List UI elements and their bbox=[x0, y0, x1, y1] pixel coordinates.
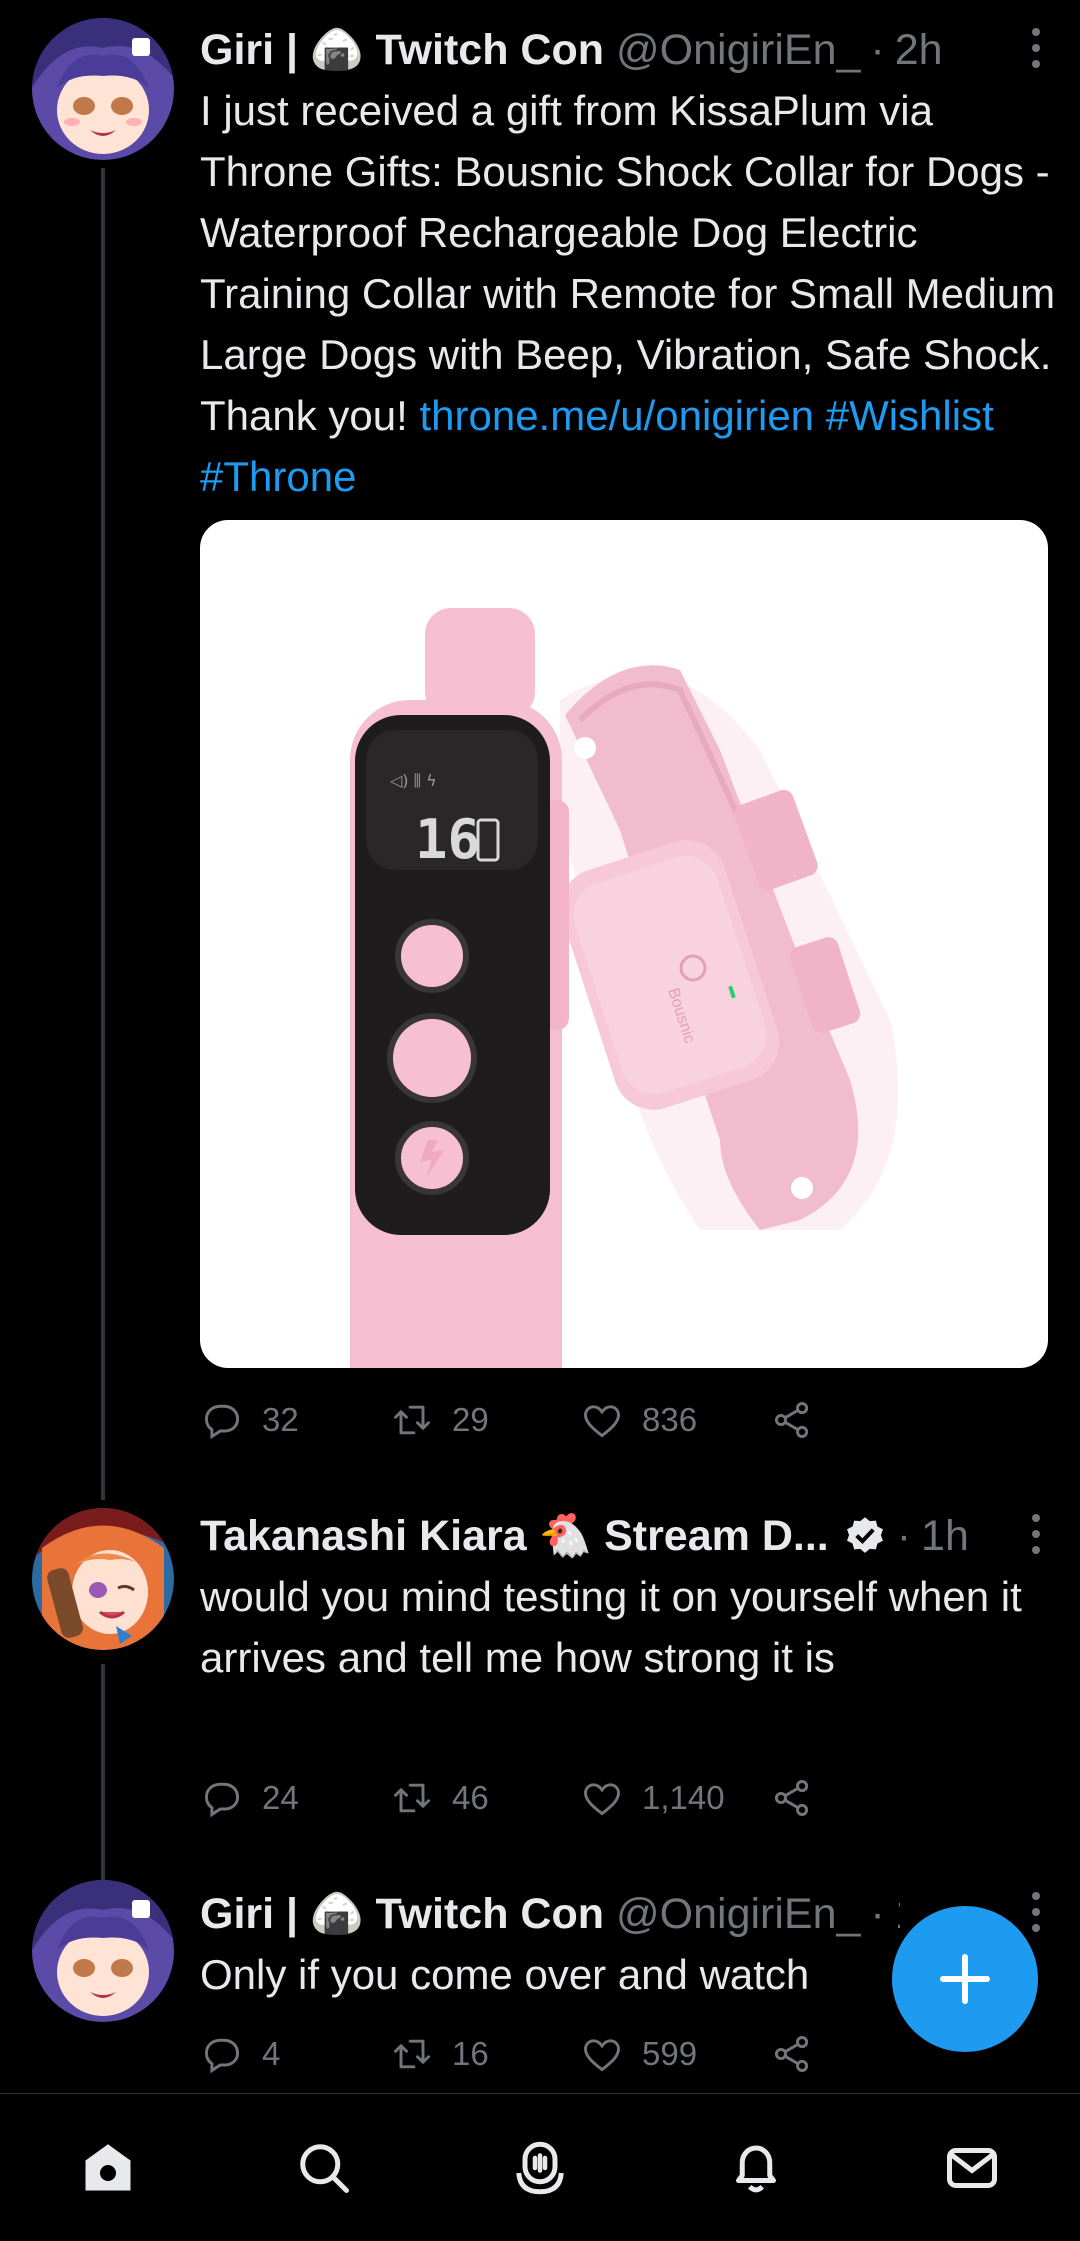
tweet-header: Giri | 🍙 Twitch Con @OnigiriEn_ · 2h bbox=[200, 20, 1040, 80]
retweet-icon bbox=[394, 1405, 430, 1435]
plus-icon bbox=[940, 1954, 990, 2004]
verified-badge-icon bbox=[846, 1517, 883, 1553]
username[interactable]: @OnigiriEn_ bbox=[616, 26, 860, 75]
share-icon bbox=[774, 1780, 809, 1816]
share-button[interactable] bbox=[770, 1776, 960, 1820]
retweet-icon bbox=[394, 1783, 430, 1813]
tab-notifications[interactable] bbox=[726, 2138, 786, 2198]
retweet-button[interactable]: 46 bbox=[390, 1776, 580, 1820]
avatar[interactable] bbox=[32, 18, 174, 160]
tweet-actions: 32 29 836 bbox=[200, 1390, 960, 1450]
tab-search[interactable] bbox=[294, 2138, 354, 2198]
reply-count: 32 bbox=[262, 1401, 299, 1438]
separator-dot: · bbox=[870, 1889, 885, 1938]
retweet-count: 29 bbox=[452, 1401, 489, 1438]
tweet-header: Giri | 🍙 Twitch Con @OnigiriEn_ · 1h bbox=[200, 1884, 900, 1944]
tab-spaces[interactable] bbox=[510, 2138, 570, 2198]
tweet-actions: 24 46 1,140 bbox=[200, 1768, 960, 1828]
tweet-body: I just received a gift from KissaPlum vi… bbox=[200, 87, 1056, 439]
display-name[interactable]: Giri | 🍙 Twitch Con bbox=[200, 25, 604, 75]
messages-icon bbox=[947, 2147, 997, 2188]
retweet-icon bbox=[394, 2039, 430, 2069]
tab-home[interactable] bbox=[78, 2138, 138, 2198]
tweet-header: Takanashi Kiara 🐔 Stream D... · 1h bbox=[200, 1506, 1040, 1566]
svg-text:◁) ⫼ ϟ: ◁) ⫼ ϟ bbox=[389, 771, 437, 790]
like-count: 599 bbox=[642, 2035, 698, 2072]
reply-button[interactable]: 24 bbox=[200, 1776, 390, 1820]
like-button[interactable]: 599 bbox=[580, 2032, 770, 2076]
more-options-icon[interactable] bbox=[1030, 1892, 1042, 1932]
search-icon bbox=[300, 2143, 349, 2193]
share-button[interactable] bbox=[770, 1398, 960, 1442]
notifications-icon bbox=[736, 2145, 776, 2192]
like-count: 1,140 bbox=[642, 1779, 725, 1816]
tab-messages[interactable] bbox=[942, 2138, 1002, 2198]
display-name[interactable]: Takanashi Kiara 🐔 Stream D... bbox=[200, 1511, 829, 1561]
timestamp[interactable]: 1h bbox=[921, 1512, 969, 1561]
heart-icon bbox=[584, 1783, 620, 1816]
heart-icon bbox=[584, 2039, 620, 2072]
share-icon bbox=[774, 2036, 809, 2072]
like-count: 836 bbox=[642, 1401, 698, 1438]
tweet-text: I just received a gift from KissaPlum vi… bbox=[200, 80, 1060, 507]
separator-dot: · bbox=[896, 1511, 912, 1560]
reply-button[interactable]: 32 bbox=[200, 1398, 390, 1442]
thread-line bbox=[101, 1664, 105, 1880]
tweet-1[interactable]: Giri | 🍙 Twitch Con @OnigiriEn_ · 2h I j… bbox=[0, 0, 1080, 1500]
retweet-count: 46 bbox=[452, 1779, 489, 1816]
tweet-text: Only if you come over and watch bbox=[200, 1951, 810, 1998]
reply-icon bbox=[204, 1404, 240, 1440]
reply-button[interactable]: 4 bbox=[200, 2032, 390, 2076]
timestamp[interactable]: 1h bbox=[895, 1890, 900, 1939]
tweet-2[interactable]: Takanashi Kiara 🐔 Stream D... · 1h would… bbox=[0, 1500, 1080, 1880]
share-icon bbox=[774, 1402, 809, 1438]
home-icon bbox=[85, 2143, 131, 2190]
like-button[interactable]: 836 bbox=[580, 1398, 770, 1442]
compose-tweet-button[interactable] bbox=[892, 1906, 1038, 2052]
reply-icon bbox=[204, 1782, 240, 1818]
throne-link[interactable]: throne.me/u/onigirien bbox=[419, 392, 814, 439]
hashtag-wishlist[interactable]: #Wishlist bbox=[826, 392, 994, 439]
thread-line bbox=[101, 168, 105, 1500]
hashtag-throne[interactable]: #Throne bbox=[200, 453, 356, 500]
separator-dot: · bbox=[870, 25, 885, 74]
heart-icon bbox=[584, 1405, 620, 1438]
reply-icon bbox=[204, 2038, 240, 2074]
display-name[interactable]: Giri | 🍙 Twitch Con bbox=[200, 1889, 604, 1939]
more-options-icon[interactable] bbox=[1030, 1514, 1042, 1554]
retweet-count: 16 bbox=[452, 2035, 489, 2072]
shock-collar-product-image: Bousnic ◁) ⫼ ϟ 16 bbox=[350, 608, 899, 1368]
retweet-button[interactable]: 29 bbox=[390, 1398, 580, 1442]
retweet-button[interactable]: 16 bbox=[390, 2032, 580, 2076]
reply-count: 24 bbox=[262, 1779, 299, 1816]
tweet-text: would you mind testing it on yourself wh… bbox=[200, 1573, 1022, 1681]
username[interactable]: @OnigiriEn_ bbox=[616, 1890, 860, 1939]
tweet-image[interactable]: Bousnic ◁) ⫼ ϟ 16 bbox=[200, 520, 1048, 1368]
spaces-icon bbox=[516, 2141, 564, 2194]
bottom-navigation bbox=[0, 2093, 1080, 2241]
remote-display: 16 bbox=[415, 808, 480, 871]
timestamp[interactable]: 2h bbox=[895, 26, 943, 75]
avatar[interactable] bbox=[32, 1508, 174, 1650]
like-button[interactable]: 1,140 bbox=[580, 1776, 770, 1820]
reply-count: 4 bbox=[262, 2035, 281, 2072]
more-options-icon[interactable] bbox=[1030, 28, 1042, 68]
tweet-actions: 4 16 599 bbox=[200, 2024, 960, 2084]
avatar[interactable] bbox=[32, 1880, 174, 2022]
